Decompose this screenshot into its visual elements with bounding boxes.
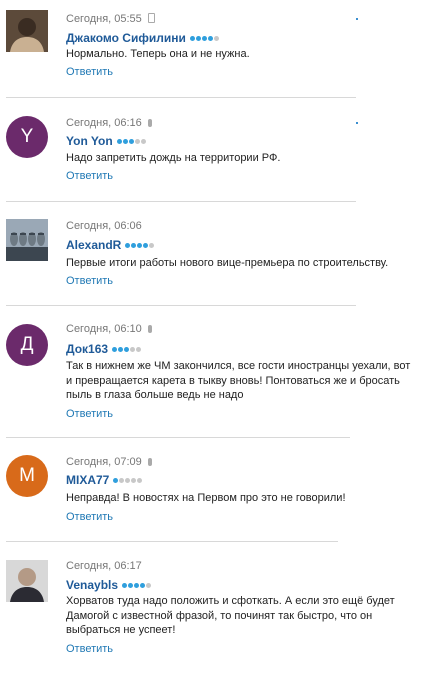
comment-time: Сегодня, 07:09 [66, 456, 142, 468]
author-name[interactable]: Док163 [66, 342, 108, 356]
comment-text: Неправда! В новостях на Первом про это н… [66, 492, 346, 504]
rating-dot [128, 139, 134, 144]
comment-meta: Сегодня, 06:16 [66, 117, 152, 129]
microphone-icon [147, 458, 152, 466]
rating-dot [201, 36, 207, 41]
comment-meta: Сегодня, 06:17 [66, 560, 142, 572]
rating-dot [131, 478, 137, 483]
avatar[interactable]: Y [6, 116, 48, 158]
rating-dot [125, 478, 131, 483]
user-rating [116, 133, 147, 147]
user-photo-avatar[interactable] [6, 10, 48, 52]
comment-meta: Сегодня, 06:06 [66, 220, 142, 232]
rating-dot [122, 139, 128, 144]
rating-dot [189, 36, 195, 41]
rating-dot [122, 583, 128, 588]
reply-link[interactable]: Ответить [66, 408, 113, 420]
comment-text: Нормально. Теперь она и не нужна. [66, 48, 250, 60]
author-name[interactable]: Yon Yon [66, 134, 113, 148]
rating-dot [136, 347, 142, 352]
comment-divider [6, 201, 356, 202]
rating-dot [195, 36, 201, 41]
comment-text: Хорватов туда надо положить и сфоткать. … [66, 595, 395, 636]
comment-text: Так в нижнем же ЧМ закончился, все гости… [66, 360, 411, 401]
user-rating [122, 577, 152, 591]
rating-dot [125, 243, 131, 248]
avatar[interactable]: Д [6, 324, 48, 366]
reply-link[interactable]: Ответить [66, 511, 113, 523]
rating-dot [119, 478, 125, 483]
comment-text: Надо запретить дождь на территории РФ. [66, 152, 281, 164]
rating-dot [134, 583, 140, 588]
author-name[interactable]: Venaybls [66, 578, 118, 592]
corner-dot [356, 122, 358, 124]
user-rating [113, 472, 143, 486]
rating-dot [128, 583, 134, 588]
rating-dot [130, 347, 136, 352]
author-name[interactable]: MIXA77 [66, 473, 109, 487]
comment-divider [6, 97, 356, 98]
rating-dot [116, 139, 122, 144]
rating-dot [213, 36, 219, 41]
rating-dot [134, 139, 140, 144]
author-name[interactable]: Джакомо Сифилини [66, 31, 186, 45]
rating-dot [137, 478, 143, 483]
microphone-icon [147, 325, 152, 333]
reply-link[interactable]: Ответить [66, 643, 113, 655]
rating-dot [140, 583, 146, 588]
author-row: Yon Yon [66, 133, 147, 148]
rating-dot [124, 347, 130, 352]
comment-text: Первые итоги работы нового вице-премьера… [66, 257, 389, 269]
user-photo-avatar[interactable] [6, 560, 48, 602]
user-rating [112, 341, 142, 355]
comment-divider [6, 437, 350, 438]
comment-time: Сегодня, 06:10 [66, 323, 142, 335]
comment-meta: Сегодня, 05:55 [66, 13, 155, 25]
reply-link[interactable]: Ответить [66, 66, 113, 78]
microphone-icon [147, 119, 152, 127]
author-row: Джакомо Сифилини [66, 30, 220, 45]
author-row: Venaybls [66, 577, 152, 592]
reply-link[interactable]: Ответить [66, 170, 113, 182]
author-row: AlexandR [66, 237, 155, 252]
phone-icon [147, 13, 155, 23]
rating-dot [131, 243, 137, 248]
avatar[interactable]: М [6, 455, 48, 497]
rating-dot [146, 583, 152, 588]
rating-dot [149, 243, 155, 248]
rating-dot [118, 347, 124, 352]
author-row: MIXA77 [66, 472, 143, 487]
comment-divider [6, 541, 338, 542]
corner-dot [356, 18, 358, 20]
user-rating [189, 30, 220, 44]
mount-rushmore-avatar[interactable] [6, 219, 48, 261]
comment-time: Сегодня, 06:16 [66, 117, 142, 129]
comment-time: Сегодня, 06:06 [66, 220, 142, 232]
rating-dot [112, 347, 118, 352]
comment-divider [6, 305, 356, 306]
rating-dot [143, 243, 149, 248]
comment-time: Сегодня, 06:17 [66, 560, 142, 572]
rating-dot [137, 243, 143, 248]
user-rating [125, 237, 155, 251]
comment-meta: Сегодня, 06:10 [66, 323, 152, 335]
author-row: Док163 [66, 341, 142, 356]
rating-dot [207, 36, 213, 41]
author-name[interactable]: AlexandR [66, 238, 121, 252]
rating-dot [140, 139, 146, 144]
reply-link[interactable]: Ответить [66, 275, 113, 287]
comment-meta: Сегодня, 07:09 [66, 456, 152, 468]
comment-time: Сегодня, 05:55 [66, 13, 142, 25]
rating-dot [113, 478, 119, 483]
